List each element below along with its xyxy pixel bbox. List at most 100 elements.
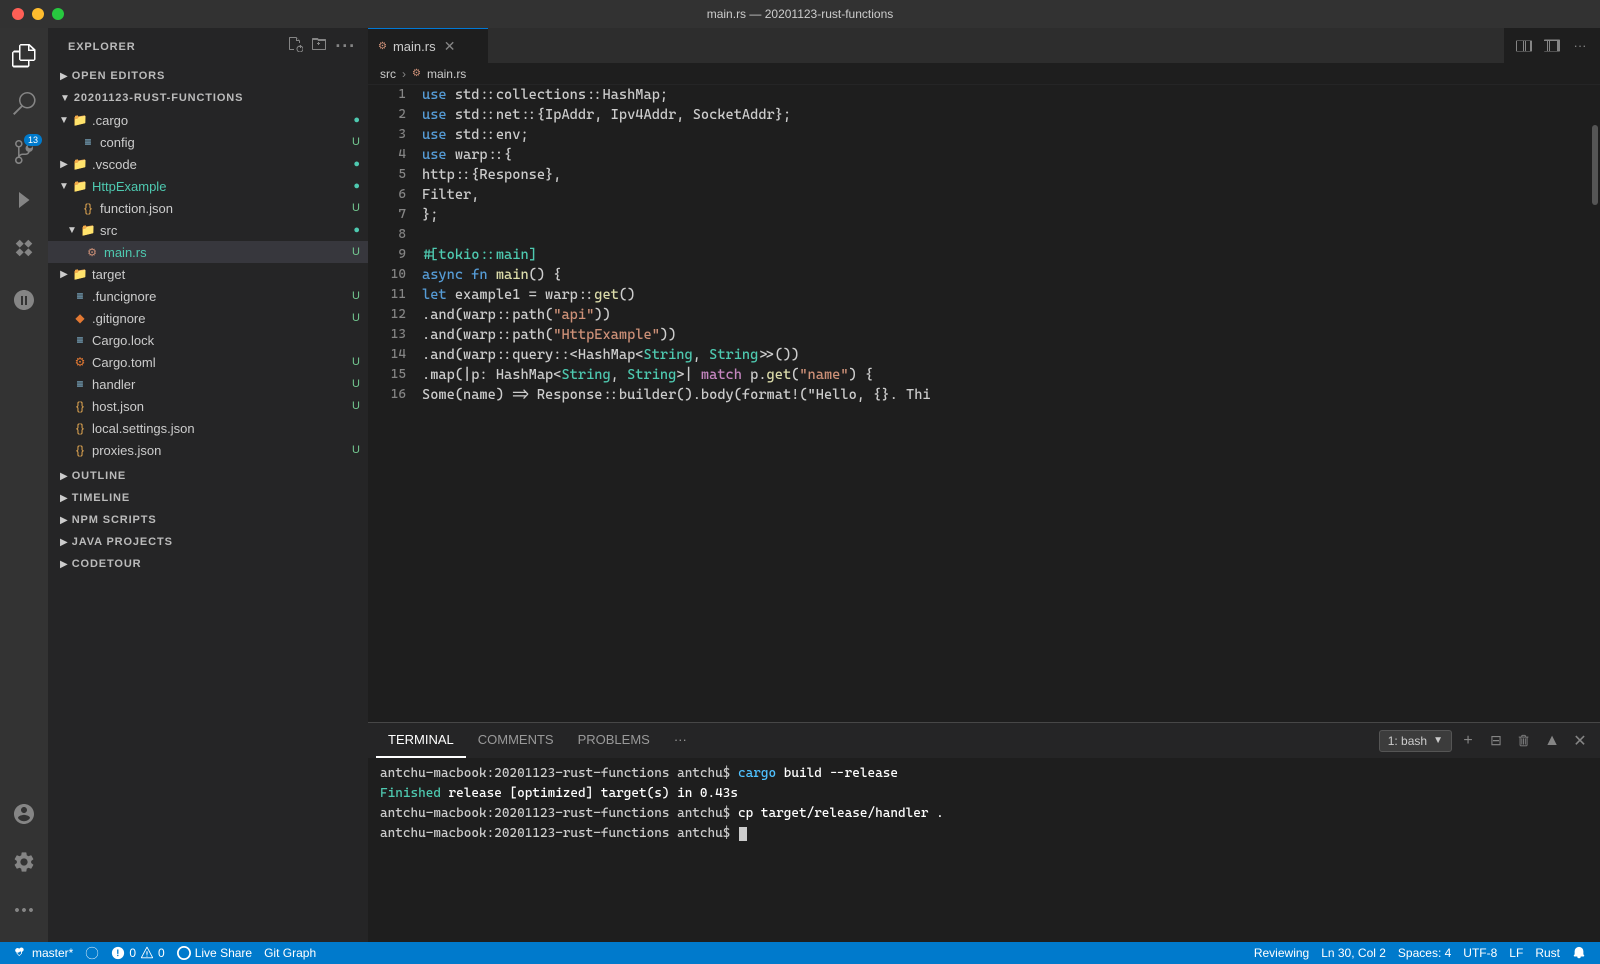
new-folder-icon[interactable] — [311, 36, 327, 57]
sidebar-title: Explorer — [68, 41, 136, 53]
config-icon: ≡ — [80, 134, 96, 150]
sidebar-section-open-editors[interactable]: ▶ OPEN EDITORS — [48, 65, 368, 87]
status-sync[interactable] — [79, 942, 105, 964]
code-line-9: #[tokio::main] — [422, 245, 1590, 265]
tree-item-funcignore[interactable]: ≡ .funcignore U — [48, 285, 368, 307]
status-liveshare[interactable]: Live Share — [171, 942, 258, 964]
tab-terminal[interactable]: TERMINAL — [376, 723, 466, 758]
lock-icon: ≡ — [72, 332, 88, 348]
tree-item-cargo-toml[interactable]: ⚙ Cargo.toml U — [48, 351, 368, 373]
window-controls[interactable] — [12, 8, 64, 20]
sidebar-section-timeline[interactable]: ▶ TIMELINE — [48, 487, 368, 509]
close-button[interactable] — [12, 8, 24, 20]
scrollbar[interactable] — [1590, 85, 1600, 722]
tree-item-src[interactable]: ▼ 📁 src ● — [48, 219, 368, 241]
sidebar-section-npm[interactable]: ▶ NPM SCRIPTS — [48, 509, 368, 531]
text-icon: ≡ — [72, 376, 88, 392]
tree-item-main-rs[interactable]: ⚙ main.rs U — [48, 241, 368, 263]
tree-item-config[interactable]: ≡ config U — [48, 131, 368, 153]
json-icon: {} — [80, 200, 96, 216]
tab-main-rs[interactable]: ⚙ main.rs ✕ — [368, 28, 488, 63]
tree-item-proxies-json[interactable]: {} proxies.json U — [48, 439, 368, 461]
status-branch[interactable]: master* — [8, 942, 79, 964]
sidebar-section-project[interactable]: ▼ 20201123-RUST-FUNCTIONS — [48, 87, 368, 109]
chevron-right-icon: ▶ — [60, 71, 68, 82]
activity-icon-source-control[interactable]: 13 — [0, 128, 48, 176]
status-bell[interactable] — [1566, 942, 1592, 964]
activity-icon-explorer[interactable] — [0, 32, 48, 80]
sidebar-section-outline[interactable]: ▶ OUTLINE — [48, 465, 368, 487]
trash-icon[interactable] — [1512, 729, 1536, 753]
rust-tab-icon: ⚙ — [378, 41, 387, 52]
code-line-11: let example1 = warp::get() — [422, 285, 1590, 305]
code-editor[interactable]: 1 2 3 4 5 6 7 8 9 10 11 12 13 14 15 16 — [368, 85, 1600, 722]
status-errors[interactable]: 0 0 — [105, 942, 170, 964]
activity-icon-settings[interactable] — [0, 838, 48, 886]
terminal-line-3: antchu-macbook:20201123-rust-functions a… — [380, 804, 1588, 824]
chevron-spacer — [56, 288, 72, 304]
split-right-icon[interactable] — [1540, 34, 1564, 58]
split-editor-icon[interactable] — [1512, 34, 1536, 58]
breadcrumb-file[interactable]: main.rs — [427, 67, 466, 81]
tab-comments[interactable]: COMMENTS — [466, 723, 566, 758]
new-terminal-icon[interactable]: + — [1456, 729, 1480, 753]
chevron-down-icon: ▼ — [56, 112, 72, 128]
minimize-button[interactable] — [32, 8, 44, 20]
folder-icon: 📁 — [72, 178, 88, 194]
tree-item-local-settings[interactable]: {} local.settings.json — [48, 417, 368, 439]
sidebar-header-actions: ​ ··· — [287, 36, 356, 57]
activity-icon-extensions[interactable] — [0, 224, 48, 272]
source-control-badge: 13 — [24, 134, 42, 146]
tree-item-gitignore[interactable]: ◆ .gitignore U — [48, 307, 368, 329]
chevron-right-icon: ▶ — [60, 537, 68, 548]
sidebar-section-java[interactable]: ▶ JAVA PROJECTS — [48, 531, 368, 553]
status-reviewing[interactable]: Reviewing — [1248, 942, 1315, 964]
status-eol[interactable]: LF — [1503, 942, 1529, 964]
activity-icon-arclabs[interactable] — [0, 276, 48, 324]
tree-item-cargo-lock[interactable]: ≡ Cargo.lock — [48, 329, 368, 351]
activity-icon-more[interactable] — [0, 886, 48, 934]
activity-icon-run[interactable] — [0, 176, 48, 224]
json-icon: {} — [72, 442, 88, 458]
status-gitgraph[interactable]: Git Graph — [258, 942, 322, 964]
activity-icon-search[interactable] — [0, 80, 48, 128]
tree-item-cargo[interactable]: ▼ 📁 .cargo ● — [48, 109, 368, 131]
status-line-col[interactable]: Ln 30, Col 2 — [1315, 942, 1392, 964]
code-line-14: .and(warp::query::<HashMap<String, Strin… — [422, 345, 1590, 365]
terminal-line-2: Finished release [optimized] target(s) i… — [380, 784, 1588, 804]
activity-icon-account[interactable] — [0, 790, 48, 838]
chevron-up-icon[interactable]: ▲ — [1540, 729, 1564, 753]
scrollbar-thumb[interactable] — [1592, 125, 1598, 205]
toml-icon: ⚙ — [72, 354, 88, 370]
tab-more[interactable]: ··· — [662, 723, 699, 758]
tree-item-httpexample[interactable]: ▼ 📁 HttpExample ● — [48, 175, 368, 197]
chevron-spacer — [56, 398, 72, 414]
breadcrumb-src[interactable]: src — [380, 67, 396, 81]
tab-close-button[interactable]: ✕ — [442, 38, 458, 54]
close-panel-icon[interactable]: ✕ — [1568, 729, 1592, 753]
status-spaces[interactable]: Spaces: 4 — [1392, 942, 1457, 964]
tree-item-vscode[interactable]: ▶ 📁 .vscode ● — [48, 153, 368, 175]
sidebar-section-codetour[interactable]: ▶ CODETOUR — [48, 553, 368, 575]
tab-problems[interactable]: PROBLEMS — [566, 723, 662, 758]
more-actions-icon[interactable]: ··· — [1568, 34, 1592, 58]
tree-item-target[interactable]: ▶ 📁 target — [48, 263, 368, 285]
tree-item-host-json[interactable]: {} host.json U — [48, 395, 368, 417]
gitignore-icon: ◆ — [72, 310, 88, 326]
ellipsis-icon[interactable]: ··· — [335, 36, 356, 57]
status-language[interactable]: Rust — [1529, 942, 1566, 964]
tree-item-handler[interactable]: ≡ handler U — [48, 373, 368, 395]
warning-count: 0 — [158, 946, 165, 960]
code-content: 1 2 3 4 5 6 7 8 9 10 11 12 13 14 15 16 — [368, 85, 1600, 722]
code-line-12: .and(warp::path("api")) — [422, 305, 1590, 325]
shell-selector[interactable]: 1: bash ▼ — [1379, 730, 1452, 752]
code-line-10: async fn main() { — [422, 265, 1590, 285]
status-encoding[interactable]: UTF-8 — [1457, 942, 1503, 964]
code-line-13: .and(warp::path("HttpExample")) — [422, 325, 1590, 345]
maximize-button[interactable] — [52, 8, 64, 20]
tree-item-function-json[interactable]: {} function.json U — [48, 197, 368, 219]
new-file-icon[interactable]: ​ — [287, 36, 303, 57]
chevron-down-icon: ▼ — [56, 178, 72, 194]
split-terminal-icon[interactable]: ⊟ — [1484, 729, 1508, 753]
code-line-16: Some(name) => Response::builder().body(f… — [422, 385, 1590, 405]
